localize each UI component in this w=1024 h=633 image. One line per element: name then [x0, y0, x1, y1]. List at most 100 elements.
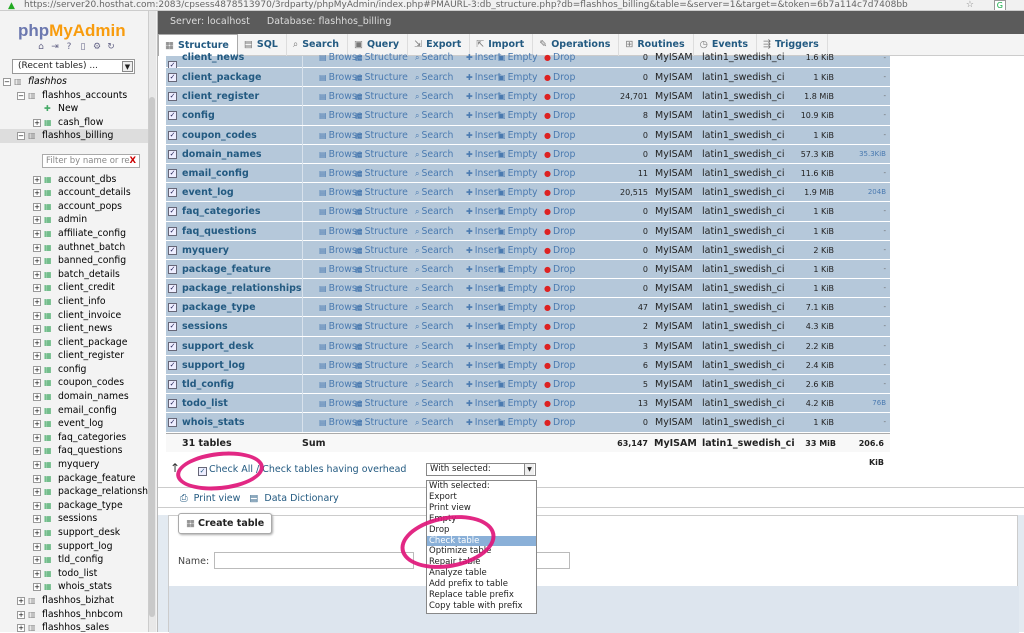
columns-count-input[interactable] — [534, 552, 570, 569]
row-checkbox[interactable]: ✓ — [168, 92, 177, 102]
expand-icon[interactable]: + — [33, 379, 41, 388]
action-empty-link[interactable]: ▣ Empty — [498, 337, 538, 356]
action-structure-link[interactable]: ▦ Structure — [355, 317, 408, 336]
tree-table[interactable]: + ▦ account_details — [0, 186, 156, 200]
expand-icon[interactable]: + — [33, 488, 41, 497]
tree-table[interactable]: + ▦ authnet_batch — [0, 241, 156, 255]
action-search-link[interactable]: ⌕ Search — [415, 106, 453, 125]
expand-icon[interactable]: − — [3, 78, 11, 86]
menu-item[interactable]: Export — [427, 492, 536, 503]
expand-icon[interactable]: + — [33, 461, 41, 470]
row-checkbox[interactable]: ✓ — [168, 399, 177, 409]
action-search-link[interactable]: ⌕ Search — [415, 260, 453, 279]
action-structure-link[interactable]: ▦ Structure — [355, 375, 408, 394]
action-drop-link[interactable]: ● Drop — [544, 222, 575, 241]
menu-item[interactable]: With selected: — [427, 481, 536, 492]
tree-table[interactable]: + ▦ client_register — [0, 349, 156, 363]
action-insert-link[interactable]: ✚ Insert — [466, 279, 501, 298]
action-search-link[interactable]: ⌕ Search — [415, 164, 453, 183]
tree-table[interactable]: + ▦ client_credit — [0, 281, 156, 295]
row-checkbox[interactable]: ✓ — [168, 360, 177, 370]
action-drop-link[interactable]: ● Drop — [544, 202, 575, 221]
action-search-link[interactable]: ⌕ Search — [415, 394, 453, 413]
action-insert-link[interactable]: ✚ Insert — [466, 413, 501, 432]
tree-table[interactable]: + ▦ todo_list — [0, 567, 156, 581]
action-structure-link[interactable]: ▦ Structure — [355, 241, 408, 260]
table-name-link[interactable]: sessions — [182, 317, 228, 336]
action-empty-link[interactable]: ▣ Empty — [498, 222, 538, 241]
action-insert-link[interactable]: ✚ Insert — [466, 53, 501, 62]
breadcrumb-database[interactable]: Database: flashhos_billing — [267, 16, 392, 27]
action-empty-link[interactable]: ▣ Empty — [498, 87, 538, 106]
action-drop-link[interactable]: ● Drop — [544, 375, 575, 394]
action-structure-link[interactable]: ▦ Structure — [355, 126, 408, 145]
expand-icon[interactable]: + — [33, 284, 41, 293]
action-empty-link[interactable]: ▣ Empty — [498, 356, 538, 375]
action-search-link[interactable]: ⌕ Search — [415, 375, 453, 394]
expand-icon[interactable]: + — [33, 311, 41, 320]
action-structure-link[interactable]: ▦ Structure — [355, 87, 408, 106]
action-search-link[interactable]: ⌕ Search — [415, 279, 453, 298]
action-structure-link[interactable]: ▦ Structure — [355, 68, 408, 87]
tree-table[interactable]: + ▦ support_log — [0, 540, 156, 554]
tree-table[interactable]: + ▦ faq_questions — [0, 444, 156, 458]
expand-icon[interactable]: − — [17, 91, 25, 100]
action-empty-link[interactable]: ▣ Empty — [498, 145, 538, 164]
expand-icon[interactable]: + — [33, 529, 41, 537]
action-drop-link[interactable]: ● Drop — [544, 356, 575, 375]
tree-table[interactable]: + ▦ tld_config — [0, 553, 156, 567]
expand-icon[interactable]: + — [33, 175, 41, 184]
action-empty-link[interactable]: ▣ Empty — [498, 317, 538, 336]
table-name-link[interactable]: client_news — [182, 53, 244, 63]
tree-table[interactable]: + ▦ client_info — [0, 295, 156, 309]
tree-table[interactable]: + ▦ batch_details — [0, 268, 156, 282]
tree-table[interactable]: + ▦ cash_flow — [0, 116, 156, 130]
menu-item[interactable]: Print view — [427, 503, 536, 514]
action-empty-link[interactable]: ▣ Empty — [498, 68, 538, 87]
action-insert-link[interactable]: ✚ Insert — [466, 87, 501, 106]
action-empty-link[interactable]: ▣ Empty — [498, 202, 538, 221]
table-name-link[interactable]: todo_list — [182, 394, 228, 413]
table-name-link[interactable]: client_register — [182, 87, 259, 106]
action-insert-link[interactable]: ✚ Insert — [466, 145, 501, 164]
action-insert-link[interactable]: ✚ Insert — [466, 68, 501, 87]
action-structure-link[interactable]: ▦ Structure — [355, 106, 408, 125]
action-structure-link[interactable]: ▦ Structure — [355, 337, 408, 356]
expand-icon[interactable]: + — [33, 569, 41, 578]
action-search-link[interactable]: ⌕ Search — [415, 183, 453, 202]
row-checkbox[interactable]: ✓ — [168, 380, 177, 389]
action-structure-link[interactable]: ▦ Structure — [355, 145, 408, 164]
row-checkbox[interactable]: ✓ — [168, 73, 177, 82]
address-bar[interactable]: ▲ https://server20.hosthat.com:2083/cpse… — [0, 0, 1024, 11]
expand-icon[interactable]: + — [33, 270, 41, 279]
breadcrumb-server[interactable]: Server: localhost — [170, 16, 250, 27]
expand-icon[interactable]: + — [33, 257, 41, 266]
tree-db[interactable]: + ▥ flashhos_hnbcom — [0, 608, 156, 622]
action-insert-link[interactable]: ✚ Insert — [466, 356, 501, 375]
menu-item[interactable]: Replace table prefix — [427, 590, 536, 601]
sidebar-scrollbar-thumb[interactable] — [149, 97, 155, 617]
reload-icon[interactable]: ↻ — [105, 41, 117, 53]
action-insert-link[interactable]: ✚ Insert — [466, 222, 501, 241]
action-search-link[interactable]: ⌕ Search — [415, 126, 453, 145]
action-empty-link[interactable]: ▣ Empty — [498, 183, 538, 202]
tree-db-billing[interactable]: − ▥ flashhos_billing — [0, 129, 156, 143]
action-structure-link[interactable]: ▦ Structure — [355, 164, 408, 183]
with-selected-select[interactable]: With selected: ▼ — [426, 463, 536, 476]
action-structure-link[interactable]: ▦ Structure — [355, 298, 408, 317]
action-insert-link[interactable]: ✚ Insert — [466, 164, 501, 183]
table-name-link[interactable]: whois_stats — [182, 413, 245, 432]
expand-icon[interactable]: + — [33, 433, 41, 442]
table-name-link[interactable]: domain_names — [182, 145, 262, 164]
clear-filter-icon[interactable]: X — [129, 155, 136, 167]
table-name-link[interactable]: package_feature — [182, 260, 271, 279]
action-empty-link[interactable]: ▣ Empty — [498, 126, 538, 145]
action-insert-link[interactable]: ✚ Insert — [466, 183, 501, 202]
phpmyadmin-logo[interactable]: phpMyAdmin — [18, 21, 126, 41]
action-search-link[interactable]: ⌕ Search — [415, 145, 453, 164]
action-empty-link[interactable]: ▣ Empty — [498, 260, 538, 279]
action-empty-link[interactable]: ▣ Empty — [498, 279, 538, 298]
settings-icon[interactable]: ⚙ — [91, 41, 103, 53]
action-search-link[interactable]: ⌕ Search — [415, 317, 453, 336]
tree-table[interactable]: + ▦ sessions — [0, 512, 156, 526]
